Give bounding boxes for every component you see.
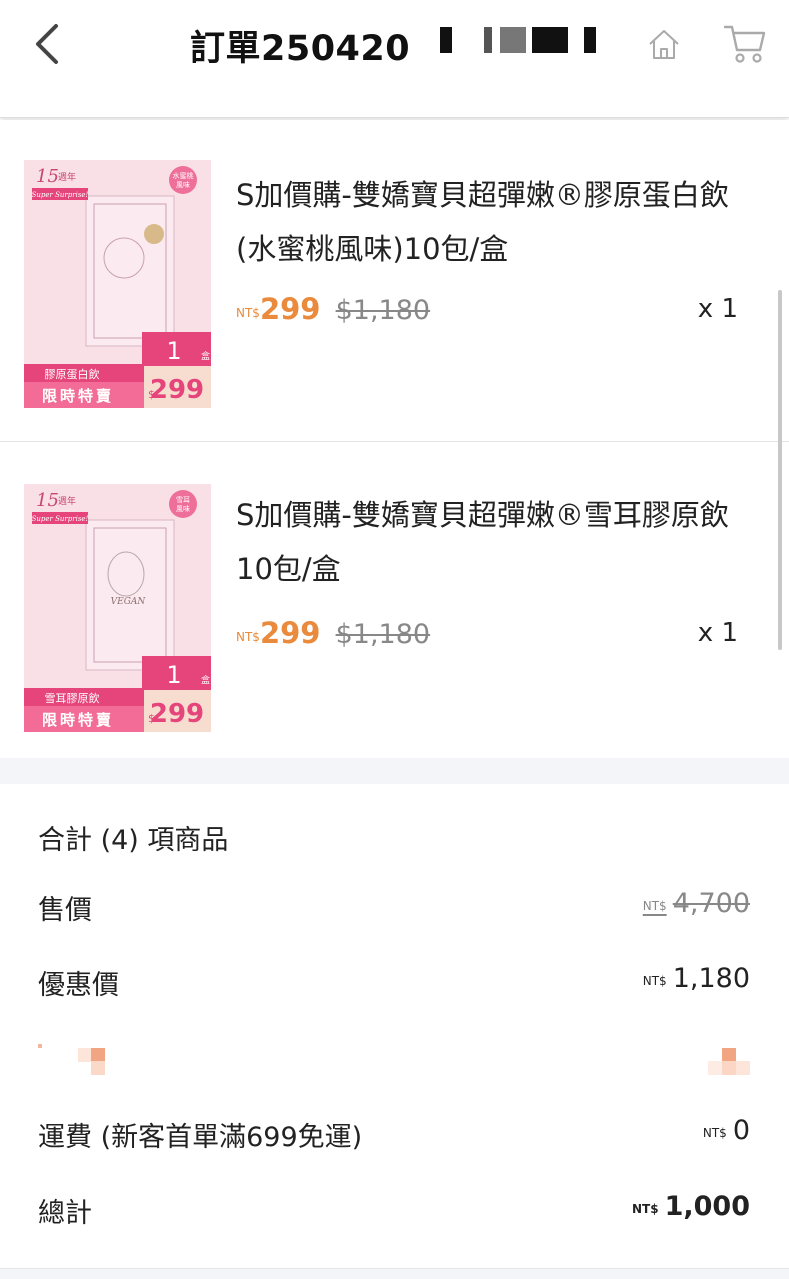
product-image: 水蜜桃 風味 15 週年 Super Surprise! 1 盒 膠原蛋白飲 限… bbox=[24, 160, 211, 408]
svg-text:Super Surprise!: Super Surprise! bbox=[32, 515, 89, 523]
chevron-left-icon bbox=[36, 24, 58, 64]
summary-value: NT$ 1,180 bbox=[643, 963, 750, 994]
currency-label: NT$ bbox=[236, 630, 260, 644]
svg-text:299: 299 bbox=[150, 375, 204, 405]
currency-label: NT$ bbox=[642, 899, 667, 913]
amount: 4,700 bbox=[672, 888, 750, 919]
cart-button[interactable] bbox=[722, 22, 768, 66]
bottom-divider bbox=[0, 1268, 789, 1279]
summary-label: 總計 bbox=[38, 1198, 92, 1229]
currency-label: NT$ bbox=[702, 1126, 727, 1140]
svg-text:水蜜桃: 水蜜桃 bbox=[173, 171, 194, 180]
currency-label: NT$ bbox=[236, 306, 260, 320]
home-icon bbox=[649, 30, 679, 59]
svg-text:15: 15 bbox=[36, 166, 59, 187]
quantity: x 1 bbox=[697, 294, 738, 324]
summary-title: 合計 (4) 項商品 bbox=[38, 825, 229, 856]
svg-text:盒: 盒 bbox=[201, 350, 210, 362]
svg-text:$: $ bbox=[148, 388, 155, 401]
redacted-block bbox=[484, 27, 492, 53]
svg-text:VEGAN: VEGAN bbox=[111, 597, 147, 607]
currency-label: NT$ bbox=[632, 1202, 659, 1216]
amount: 1,000 bbox=[664, 1191, 750, 1222]
redacted-pixel bbox=[91, 1048, 105, 1062]
product-name[interactable]: S加價購-雙嬌寶貝超彈嫩®膠原蛋白飲(水蜜桃風味)10包/盒 bbox=[236, 168, 756, 276]
scrollbar[interactable] bbox=[778, 290, 782, 650]
svg-text:299: 299 bbox=[150, 699, 204, 729]
svg-text:限時特賣: 限時特賣 bbox=[42, 711, 114, 729]
redacted-pixel bbox=[91, 1061, 105, 1075]
summary-row-discount-price: 優惠價 NT$ 1,180 bbox=[38, 963, 750, 1003]
currency-label: NT$ bbox=[642, 974, 667, 988]
section-divider bbox=[0, 758, 789, 784]
redacted-pixel bbox=[78, 1048, 92, 1062]
product-name[interactable]: S加價購-雙嬌寶貝超彈嫩®雪耳膠原飲10包/盒 bbox=[236, 488, 756, 596]
svg-text:1: 1 bbox=[166, 337, 181, 365]
redacted-pixel bbox=[708, 1061, 722, 1075]
svg-text:週年: 週年 bbox=[58, 495, 76, 507]
svg-text:$: $ bbox=[148, 712, 155, 725]
svg-text:雪耳膠原飲: 雪耳膠原飲 bbox=[45, 691, 100, 705]
redacted-pixel bbox=[736, 1061, 750, 1075]
amount: 0 bbox=[732, 1115, 750, 1146]
svg-text:雪耳: 雪耳 bbox=[176, 496, 190, 504]
sale-price: 299 bbox=[259, 292, 321, 326]
redacted-block bbox=[500, 27, 526, 53]
redacted-block bbox=[532, 27, 568, 53]
price-row: NT$299 $1,180 x 1 bbox=[236, 616, 746, 656]
order-item[interactable]: 水蜜桃 風味 15 週年 Super Surprise! 1 盒 膠原蛋白飲 限… bbox=[0, 120, 789, 442]
svg-text:風味: 風味 bbox=[176, 504, 190, 513]
summary-label: 售價 bbox=[38, 895, 92, 926]
order-item[interactable]: VEGAN 雪耳 風味 15 週年 Super Surprise! 1 盒 雪耳… bbox=[0, 444, 789, 766]
svg-text:1: 1 bbox=[166, 661, 181, 689]
redacted-pixel bbox=[722, 1048, 736, 1062]
quantity: x 1 bbox=[697, 618, 738, 648]
svg-text:Super Surprise!: Super Surprise! bbox=[32, 191, 89, 199]
redacted-block bbox=[584, 27, 596, 53]
amount: 1,180 bbox=[672, 963, 750, 994]
svg-text:風味: 風味 bbox=[176, 180, 190, 189]
summary-label: 優惠價 bbox=[38, 970, 119, 1001]
product-thumbnail[interactable]: VEGAN 雪耳 風味 15 週年 Super Surprise! 1 盒 雪耳… bbox=[24, 484, 211, 732]
summary-row-list-price: 售價 NT$ 4,700 bbox=[38, 888, 750, 928]
original-price: $1,180 bbox=[335, 619, 431, 650]
page-title: 訂單250420 bbox=[190, 29, 411, 69]
redacted-pixel bbox=[722, 1061, 736, 1075]
redacted-pixel bbox=[38, 1044, 42, 1048]
svg-text:15: 15 bbox=[36, 490, 59, 511]
price-row: NT$299 $1,180 x 1 bbox=[236, 292, 746, 332]
original-price: $1,180 bbox=[335, 295, 431, 326]
cart-icon bbox=[723, 25, 766, 63]
summary-value: NT$ 4,700 bbox=[643, 888, 750, 919]
home-button[interactable] bbox=[644, 24, 684, 64]
svg-text:限時特賣: 限時特賣 bbox=[42, 387, 114, 405]
redacted-block bbox=[440, 27, 452, 53]
sale-price: 299 bbox=[259, 616, 321, 650]
app-header: 訂單250420 bbox=[0, 0, 789, 118]
summary-value: NT$ 0 bbox=[703, 1115, 750, 1146]
svg-text:盒: 盒 bbox=[201, 674, 210, 686]
svg-text:膠原蛋白飲: 膠原蛋白飲 bbox=[45, 367, 100, 381]
summary-value: NT$ 1,000 bbox=[632, 1191, 750, 1222]
svg-text:週年: 週年 bbox=[58, 171, 76, 183]
product-image: VEGAN 雪耳 風味 15 週年 Super Surprise! 1 盒 雪耳… bbox=[24, 484, 211, 732]
back-button[interactable] bbox=[28, 20, 68, 68]
summary-row-shipping: 運費 (新客首單滿699免運) NT$ 0 bbox=[38, 1115, 750, 1155]
summary-row-total: 總計 NT$ 1,000 bbox=[38, 1191, 750, 1231]
summary-label: 運費 (新客首單滿699免運) bbox=[38, 1122, 363, 1153]
product-thumbnail[interactable]: 水蜜桃 風味 15 週年 Super Surprise! 1 盒 膠原蛋白飲 限… bbox=[24, 160, 211, 408]
